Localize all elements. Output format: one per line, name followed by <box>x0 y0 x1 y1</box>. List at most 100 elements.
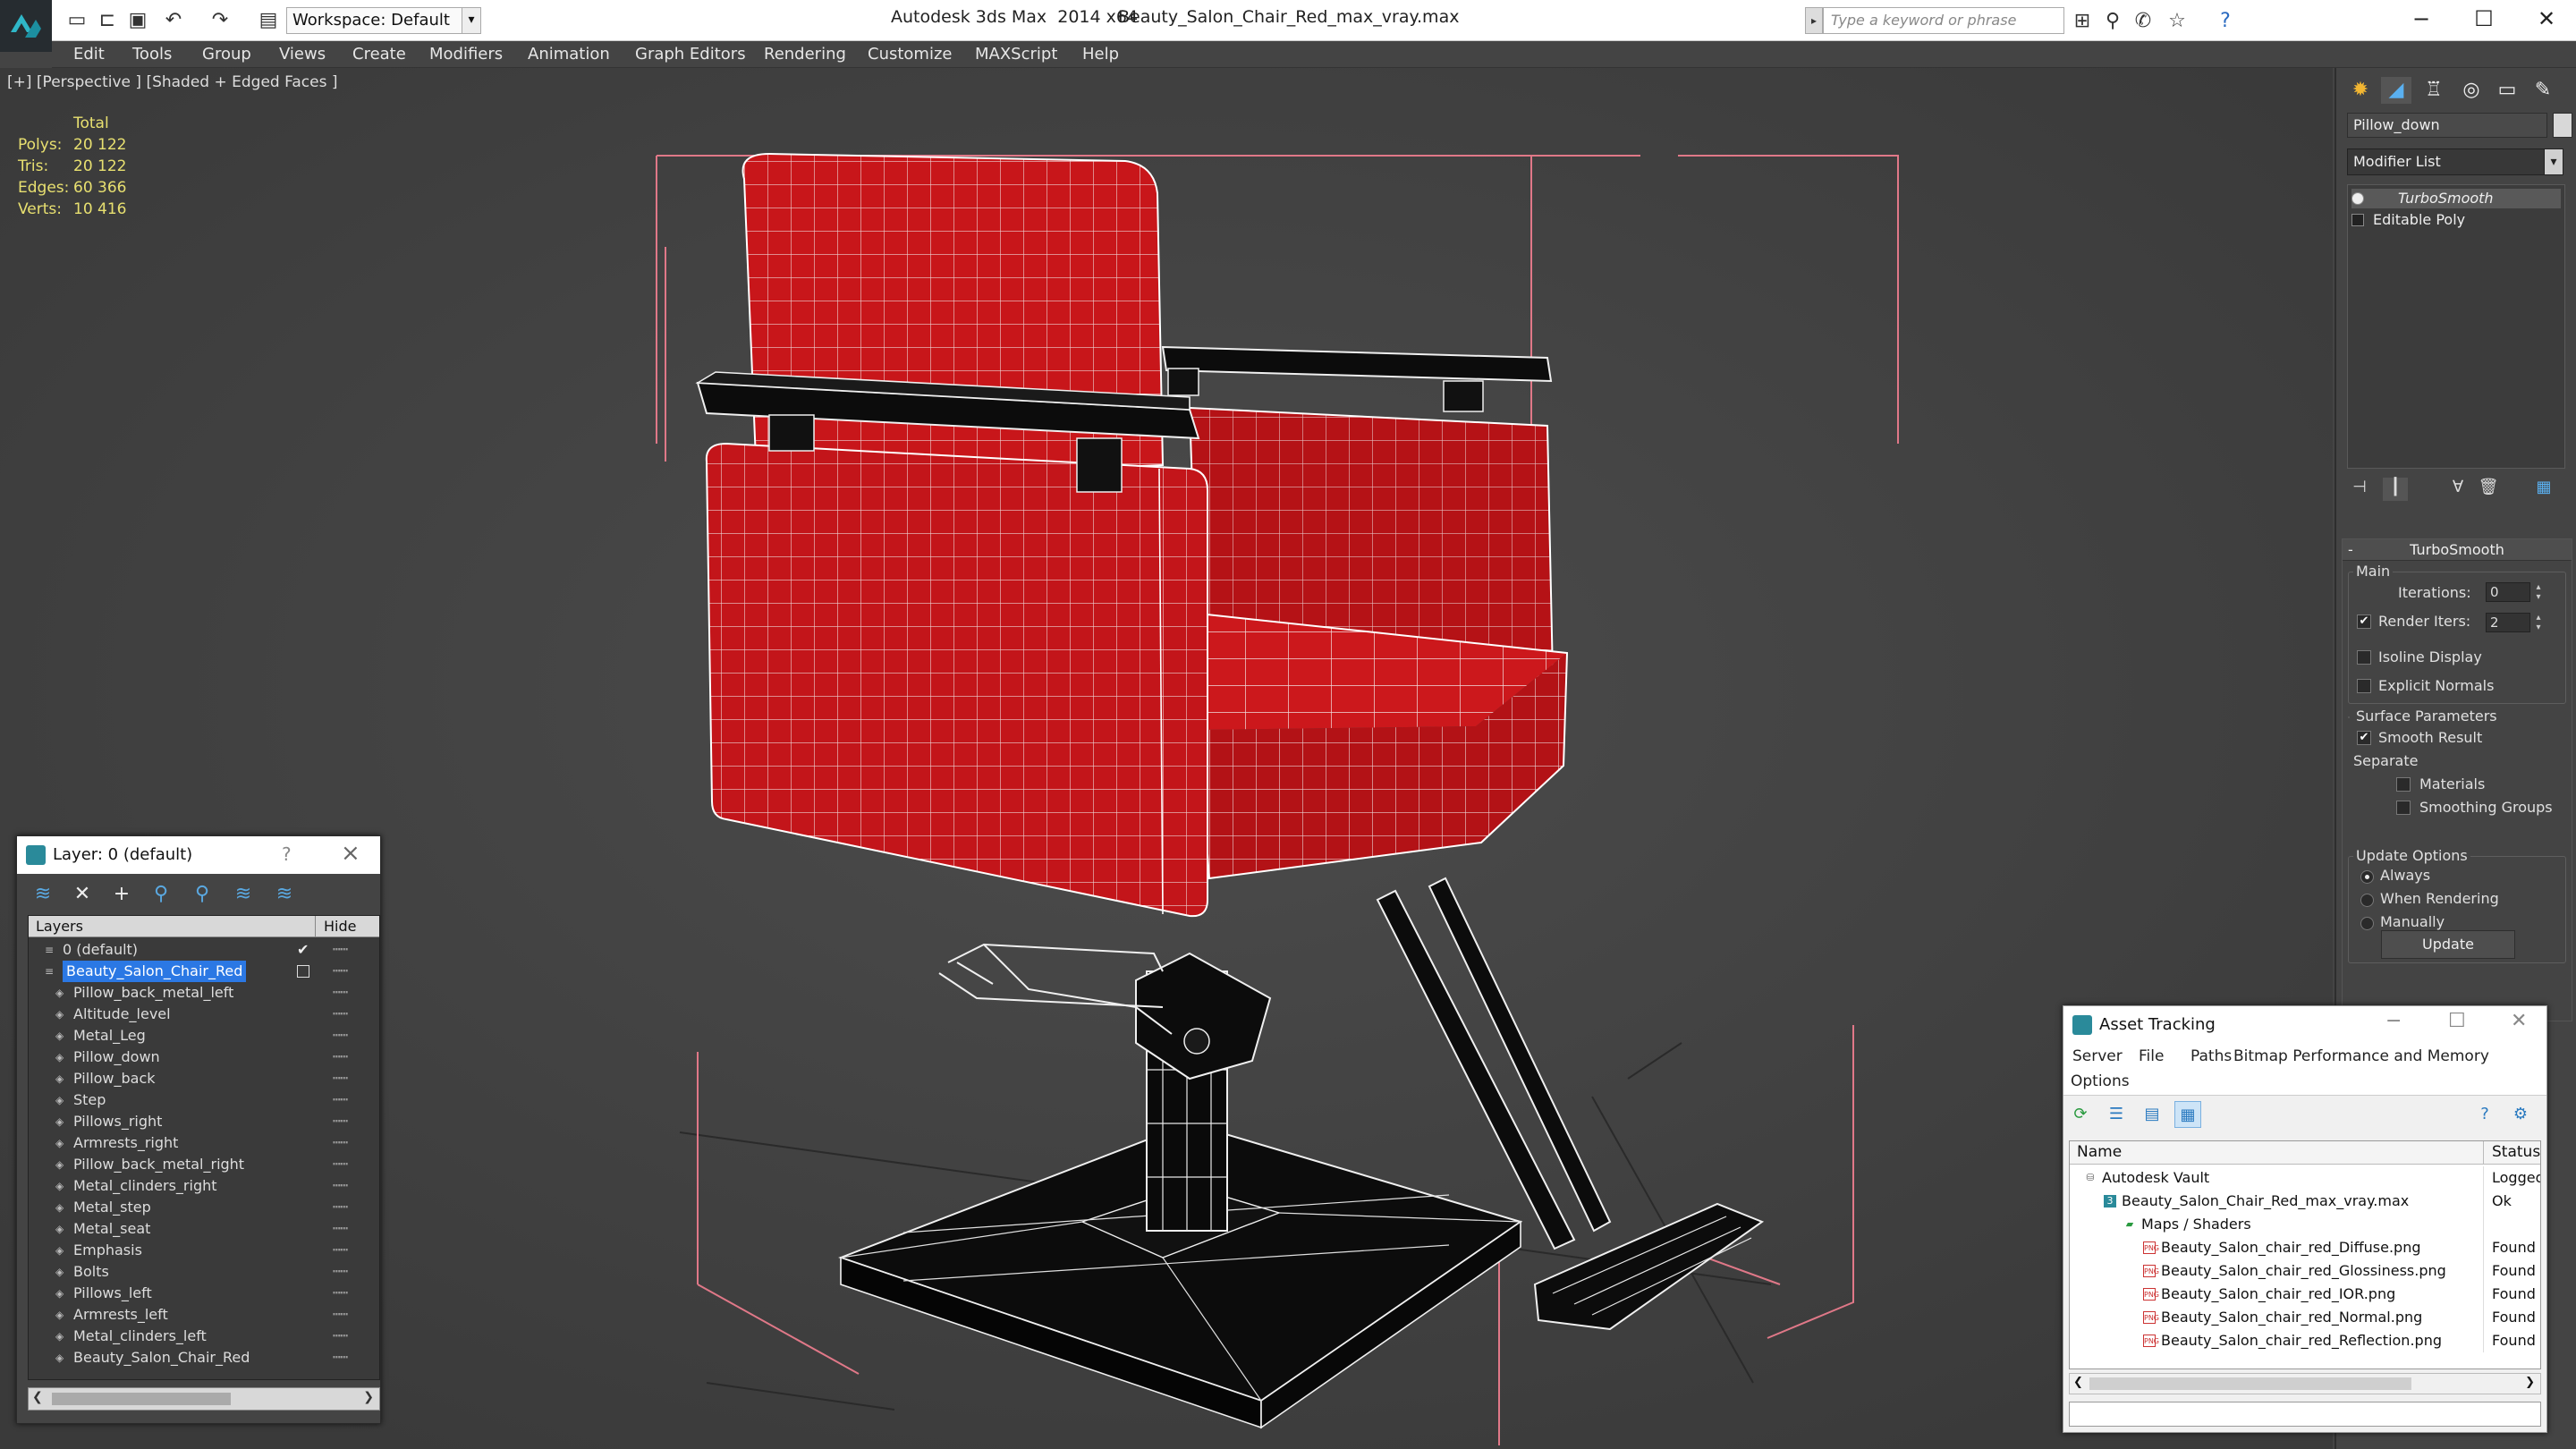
current-layer-check-icon[interactable]: ✔ <box>297 939 309 961</box>
workspace-dropdown-arrow[interactable]: ▾ <box>462 7 481 34</box>
scroll-thumb[interactable] <box>52 1393 231 1405</box>
hide-column-header[interactable]: Hide <box>324 918 356 935</box>
materials-checkbox[interactable] <box>2396 777 2411 792</box>
make-unique-icon[interactable]: ∀ <box>2445 478 2470 501</box>
iterations-spinner[interactable]: 0 <box>2486 582 2530 602</box>
motion-tab-icon[interactable]: ◎ <box>2456 77 2487 104</box>
menu-rendering[interactable]: Rendering <box>764 45 846 64</box>
configure-sets-icon[interactable]: ▦ <box>2531 478 2556 501</box>
layer-row[interactable]: ◈ Metal_step ┅┅ <box>29 1197 379 1218</box>
hide-toggle[interactable]: ┅┅ <box>333 961 351 982</box>
pin-stack-icon[interactable]: ⊣ <box>2347 478 2372 501</box>
layer-row[interactable]: ◈ Pillow_back_metal_right ┅┅ <box>29 1154 379 1175</box>
asset-menu-file[interactable]: File <box>2139 1047 2164 1065</box>
undo-icon[interactable]: ↶ <box>161 8 186 33</box>
hide-toggle[interactable]: ┅┅ <box>333 1261 351 1283</box>
asset-menu-server[interactable]: Server <box>2072 1047 2123 1065</box>
menu-maxscript[interactable]: MAXScript <box>975 45 1057 64</box>
hierarchy-tab-icon[interactable]: ♖ <box>2419 77 2449 104</box>
menu-create[interactable]: Create <box>352 45 406 64</box>
refresh-icon[interactable]: ⟳ <box>2067 1101 2094 1128</box>
show-end-result-icon[interactable]: ┃ <box>2383 478 2408 501</box>
new-file-icon[interactable]: ▭ <box>64 8 89 33</box>
isoline-display-checkbox[interactable] <box>2357 650 2371 665</box>
layer-row[interactable]: ◈ Pillow_back_metal_left ┅┅ <box>29 982 379 1004</box>
layer-row[interactable]: ◈ Step ┅┅ <box>29 1089 379 1111</box>
layer-row[interactable]: ◈ Bolts ┅┅ <box>29 1261 379 1283</box>
modifier-list-arrow[interactable]: ▾ <box>2544 148 2563 175</box>
freeze-all-layers-icon[interactable]: ≋ <box>269 881 300 908</box>
hide-toggle[interactable]: ┅┅ <box>333 1068 351 1089</box>
lightbulb-icon[interactable] <box>2351 192 2364 205</box>
stack-item-turbosmooth[interactable]: TurboSmooth <box>2351 189 2561 208</box>
asset-close-button[interactable]: ✕ <box>2511 1010 2527 1032</box>
menu-tools[interactable]: Tools <box>132 45 172 64</box>
stack-item-editable-poly[interactable]: Editable Poly <box>2351 210 2561 230</box>
render-iters-spinner[interactable]: 2 <box>2486 613 2530 632</box>
delete-layer-icon[interactable]: ✕ <box>67 881 97 908</box>
asset-row[interactable]: ▰ Maps / Shaders <box>2070 1213 2540 1236</box>
subscription-icon[interactable]: ⚲ <box>2100 9 2125 34</box>
scroll-left-icon[interactable]: ❮ <box>32 1390 43 1404</box>
iterations-spinner-arrows[interactable]: ▴ ▾ <box>2532 582 2545 602</box>
menu-help[interactable]: Help <box>1082 45 1119 64</box>
asset-scroll-right-icon[interactable]: ❯ <box>2525 1376 2535 1389</box>
add-to-layer-icon[interactable]: + <box>106 881 137 908</box>
when-rendering-radio[interactable] <box>2360 894 2374 907</box>
status-column-header[interactable]: Status <box>2492 1143 2540 1161</box>
menu-animation[interactable]: Animation <box>528 45 610 64</box>
set-current-layer-box[interactable] <box>297 965 309 978</box>
layer-row[interactable]: ◈ Altitude_level ┅┅ <box>29 1004 379 1025</box>
viewport-label[interactable]: [+] [Perspective ] [Shaded + Edged Faces… <box>7 73 337 91</box>
layer-row[interactable]: ◈ Pillow_down ┅┅ <box>29 1046 379 1068</box>
asset-row[interactable]: 3 Beauty_Salon_Chair_Red_max_vray.max Ok <box>2070 1190 2540 1213</box>
expand-plus-icon[interactable] <box>2351 214 2364 226</box>
hide-toggle[interactable]: ┅┅ <box>333 982 351 1004</box>
hide-toggle[interactable]: ┅┅ <box>333 1154 351 1175</box>
layer-row[interactable]: ◈ Metal_clinders_left ┅┅ <box>29 1326 379 1347</box>
asset-row[interactable]: PNG Beauty_Salon_chair_red_Reflection.png… <box>2070 1329 2540 1352</box>
menu-views[interactable]: Views <box>279 45 326 64</box>
binoculars-icon[interactable]: ⊞ <box>2070 9 2095 34</box>
create-tab-icon[interactable]: ✹ <box>2345 77 2376 104</box>
hide-toggle[interactable]: ┅┅ <box>333 1218 351 1240</box>
manually-radio[interactable] <box>2360 917 2374 930</box>
asset-row[interactable]: PNG Beauty_Salon_chair_red_Normal.png Foun… <box>2070 1306 2540 1329</box>
remove-modifier-icon[interactable]: 🗑 <box>2476 478 2501 501</box>
layer-row[interactable]: ≡ 0 (default) ┅┅ ✔ <box>29 939 379 961</box>
hide-toggle[interactable]: ┅┅ <box>333 1046 351 1068</box>
layer-row[interactable]: ◈ Metal_clinders_right ┅┅ <box>29 1175 379 1197</box>
menu-customize[interactable]: Customize <box>868 45 952 64</box>
hide-toggle[interactable]: ┅┅ <box>333 1304 351 1326</box>
table-view-icon[interactable]: ▦ <box>2174 1101 2201 1128</box>
hide-all-layers-icon[interactable]: ≋ <box>228 881 258 908</box>
search-expand-arrow[interactable]: ▸ <box>1805 7 1823 34</box>
minimize-button[interactable]: − <box>2390 0 2453 38</box>
layer-close-button[interactable]: × <box>341 840 360 867</box>
smooth-result-checkbox[interactable]: ✔ <box>2357 731 2371 745</box>
render-iters-spinner-arrows[interactable]: ▴ ▾ <box>2532 613 2545 632</box>
object-name-field[interactable]: Pillow_down <box>2347 113 2547 138</box>
layers-column-header[interactable]: Layers <box>36 918 83 935</box>
redo-icon[interactable]: ↷ <box>208 8 233 33</box>
hide-toggle[interactable]: ┅┅ <box>333 1347 351 1368</box>
layer-row[interactable]: ◈ Metal_seat ┅┅ <box>29 1218 379 1240</box>
explicit-normals-checkbox[interactable] <box>2357 679 2371 693</box>
app-logo[interactable] <box>0 0 52 52</box>
asset-horizontal-scrollbar[interactable]: ❮ ❯ <box>2069 1373 2541 1394</box>
layer-row[interactable]: ◈ Armrests_left ┅┅ <box>29 1304 379 1326</box>
layer-row[interactable]: ◈ Pillows_right ┅┅ <box>29 1111 379 1132</box>
layer-help-button[interactable]: ? <box>282 843 292 865</box>
turbosmooth-rollout-header[interactable]: - TurboSmooth <box>2343 539 2572 561</box>
hide-toggle[interactable]: ┅┅ <box>333 1175 351 1197</box>
layer-row[interactable]: ◈ Metal_Leg ┅┅ <box>29 1025 379 1046</box>
asset-menu-options[interactable]: Options <box>2071 1072 2130 1090</box>
asset-row[interactable]: PNG Beauty_Salon_chair_red_Diffuse.png Fou… <box>2070 1236 2540 1259</box>
layer-row[interactable]: ◈ Armrests_right ┅┅ <box>29 1132 379 1154</box>
name-column-header[interactable]: Name <box>2077 1143 2122 1161</box>
asset-minimize-button[interactable]: − <box>2385 1010 2402 1032</box>
scroll-right-icon[interactable]: ❯ <box>363 1390 374 1404</box>
communication-icon[interactable]: ✆ <box>2131 9 2156 34</box>
favorites-star-icon[interactable]: ☆ <box>2165 9 2190 34</box>
update-button[interactable]: Update <box>2381 930 2515 959</box>
